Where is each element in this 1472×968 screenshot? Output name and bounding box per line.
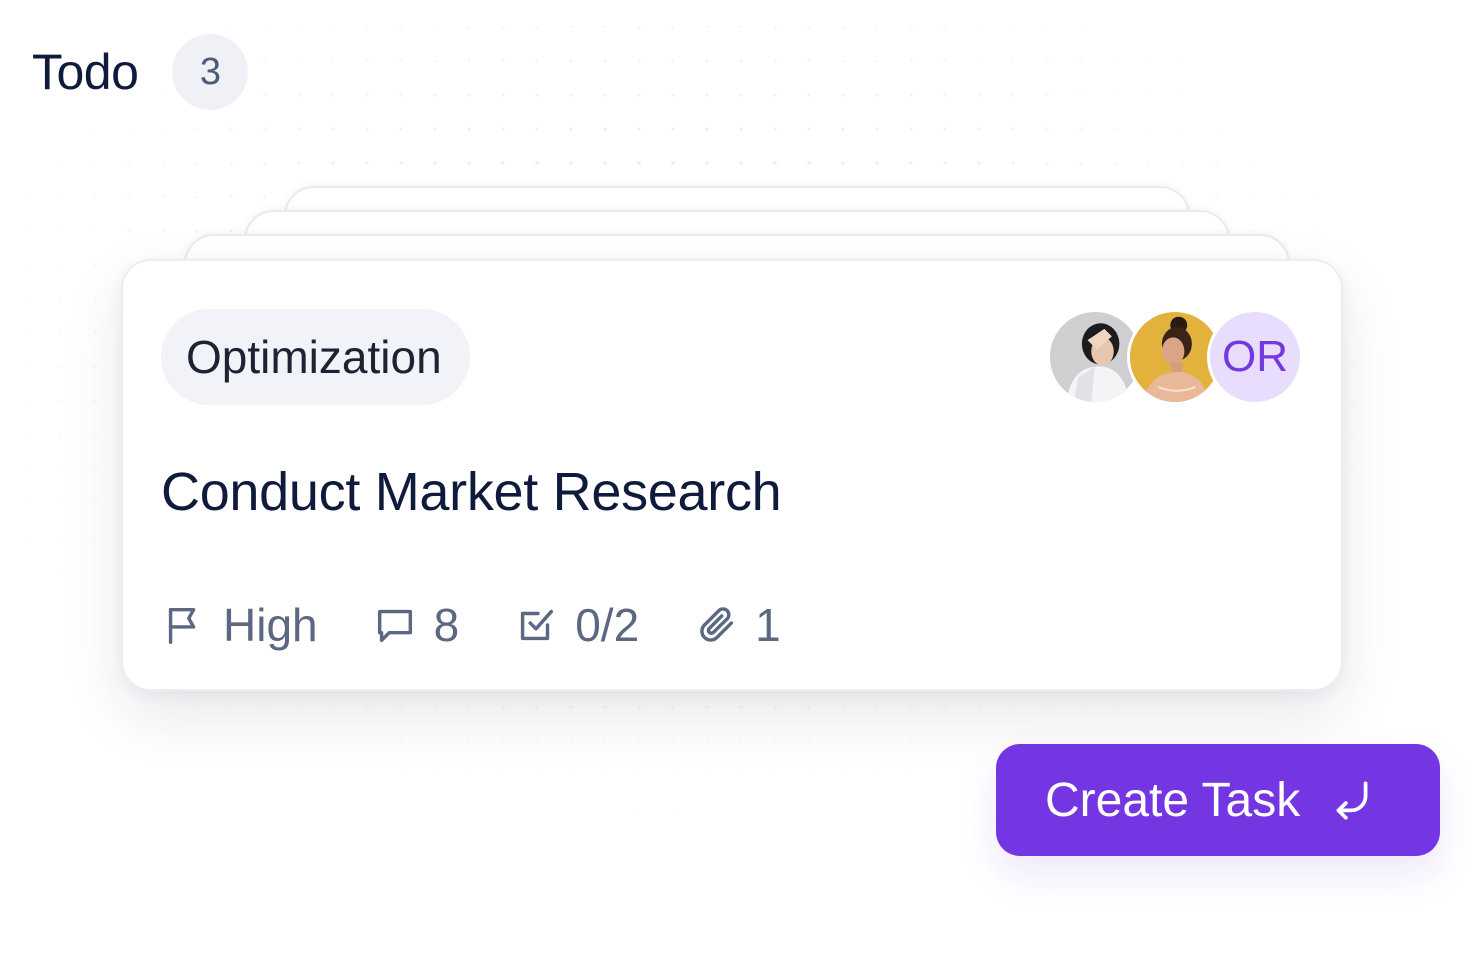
subtasks-progress: 0/2 [575,599,640,651]
column-title: Todo [32,44,139,100]
subtasks-indicator[interactable]: 0/2 [513,598,639,652]
task-card[interactable]: Optimization OR Conduct Market Research … [121,259,1343,691]
task-title[interactable]: Conduct Market Research [161,461,782,523]
avatar-initials[interactable]: OR [1207,309,1303,405]
column-header: Todo 3 [32,34,249,110]
attachments-count: 1 [755,599,781,651]
assignee-avatars[interactable]: OR [1047,309,1303,405]
create-task-label: Create Task [1045,773,1301,827]
comments-indicator[interactable]: 8 [372,598,460,652]
priority-indicator[interactable]: High [161,598,318,652]
create-task-button[interactable]: Create Task [996,744,1440,856]
checkbox-icon [513,602,559,648]
comments-count: 8 [433,599,460,651]
comment-icon [372,602,418,648]
task-tag[interactable]: Optimization [161,309,470,405]
flag-icon [161,602,207,648]
priority-label: High [223,599,318,651]
paperclip-icon [693,602,739,648]
task-meta: High 8 0/2 1 [161,597,835,653]
attachments-indicator[interactable]: 1 [693,598,781,652]
enter-arrow-icon [1326,775,1376,825]
task-count-badge: 3 [172,34,249,110]
